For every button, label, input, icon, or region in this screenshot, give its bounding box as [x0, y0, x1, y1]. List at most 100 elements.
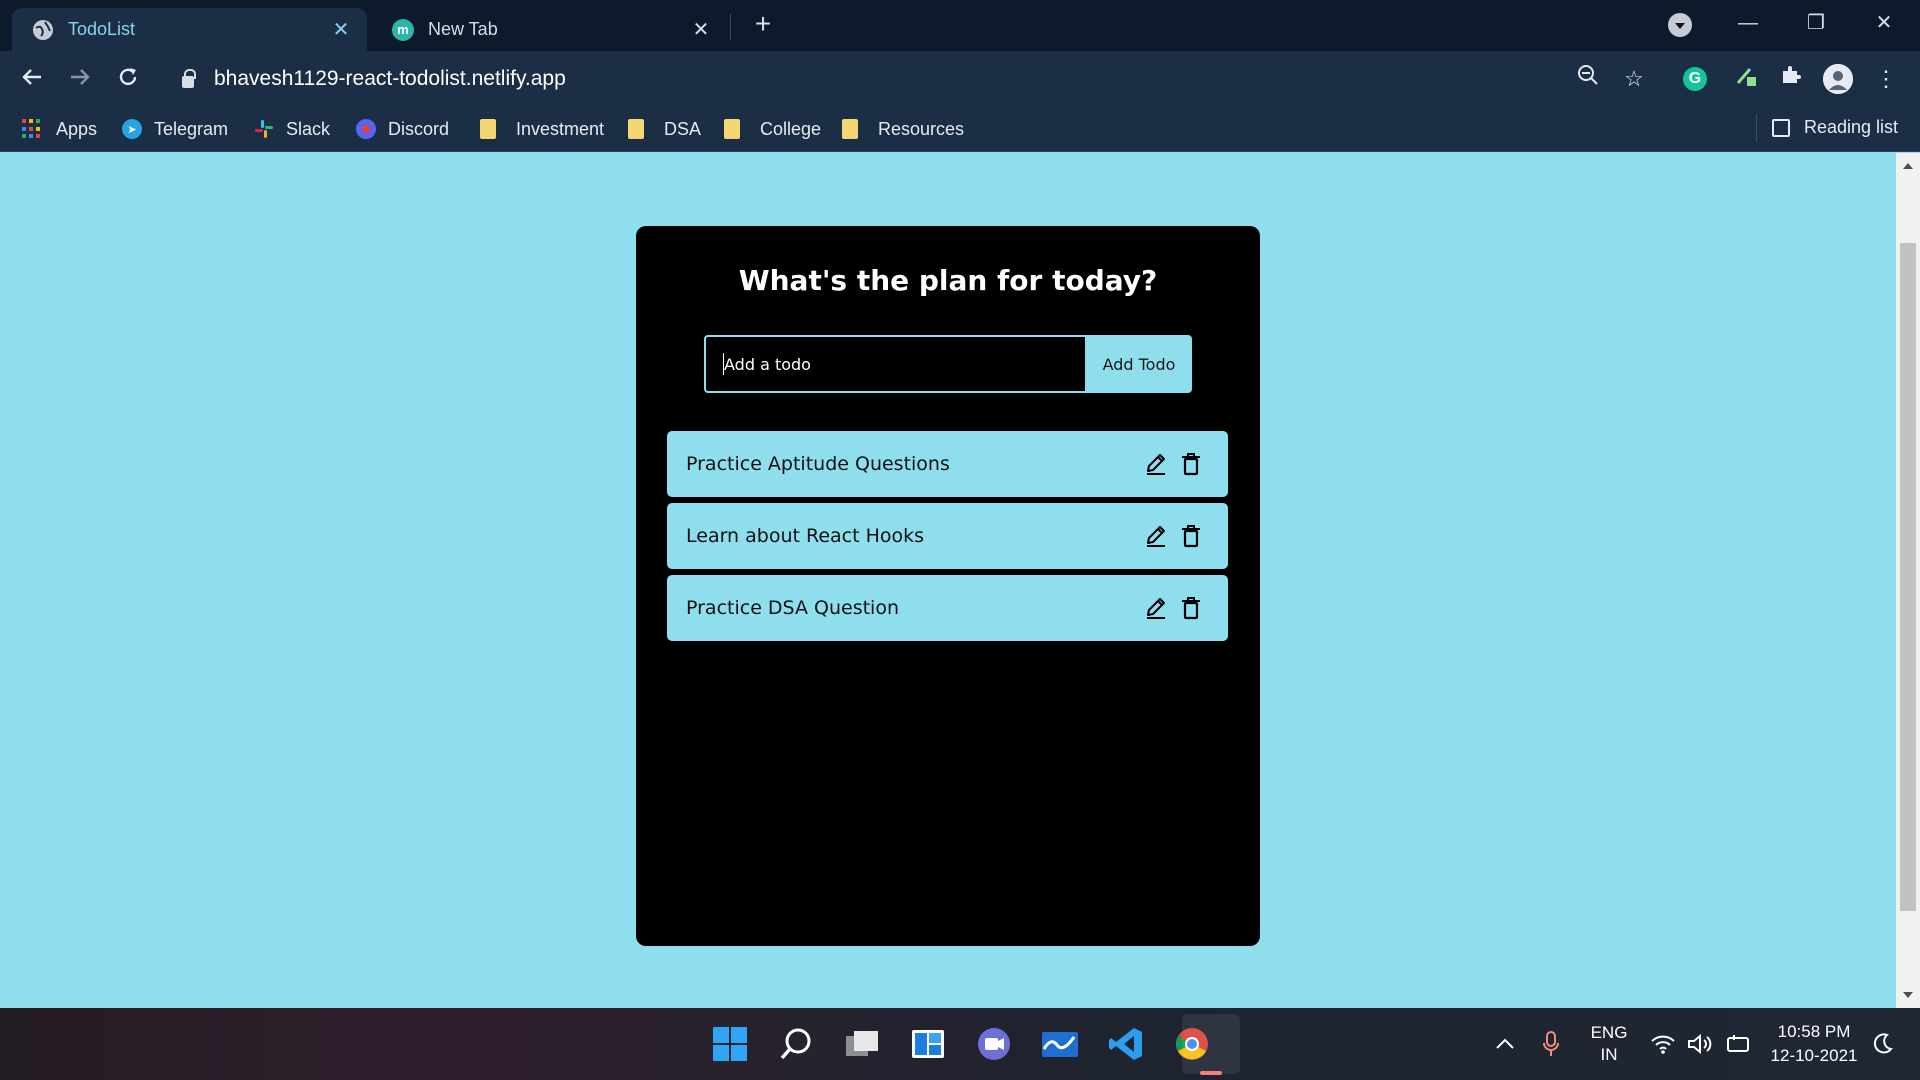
minimize-button[interactable]: —: [1728, 6, 1768, 40]
edit-pencil-icon[interactable]: [1144, 594, 1168, 622]
edit-pencil-icon[interactable]: [1144, 522, 1168, 550]
teams-chat-icon[interactable]: [972, 1022, 1016, 1066]
tab-todolist[interactable]: TodoList ✕: [12, 8, 367, 51]
bookmark-label: Investment: [516, 118, 605, 139]
todo-app-card: What's the plan for today? Add Todo Prac…: [636, 226, 1260, 946]
todo-text: Practice Aptitude Questions: [686, 453, 950, 475]
grammarly-icon[interactable]: G: [1683, 67, 1707, 91]
bookmark-discord[interactable]: Discord: [356, 117, 449, 141]
scroll-up-icon[interactable]: [1903, 163, 1913, 169]
language-label: ENG: [1590, 1023, 1628, 1042]
focus-moon-icon[interactable]: [1868, 1008, 1898, 1080]
clock-date: 12-10-2021: [1770, 1046, 1858, 1065]
task-view-icon[interactable]: [840, 1022, 884, 1066]
zoom-out-icon[interactable]: [1572, 63, 1604, 95]
tab-title: TodoList: [68, 19, 136, 39]
folder-icon: [724, 119, 740, 139]
back-arrow-icon[interactable]: [16, 63, 48, 95]
bookmark-folder-resources[interactable]: Resources: [842, 117, 964, 141]
reading-list-label: Reading list: [1804, 117, 1899, 137]
delete-trash-icon[interactable]: [1179, 594, 1203, 622]
scroll-down-icon[interactable]: [1903, 992, 1913, 998]
discord-icon: [356, 119, 376, 139]
vertical-scrollbar[interactable]: [1896, 153, 1920, 1008]
bookmark-label: Resources: [878, 118, 965, 139]
puzzle-extensions-icon[interactable]: [1775, 63, 1807, 95]
show-hidden-icons-chevron-icon[interactable]: [1490, 1008, 1520, 1080]
pen-extension-icon[interactable]: [1730, 63, 1762, 95]
bookmark-slack[interactable]: Slack: [254, 117, 330, 141]
tab-title: New Tab: [428, 19, 498, 39]
bookmark-label: College: [760, 118, 822, 139]
todo-text: Practice DSA Question: [686, 597, 899, 619]
profile-avatar-icon[interactable]: [1823, 64, 1853, 94]
folder-icon: [480, 119, 496, 139]
todo-item[interactable]: Practice Aptitude Questions: [667, 431, 1228, 497]
slack-icon: [254, 119, 274, 139]
close-tab-icon[interactable]: ✕: [327, 17, 355, 42]
bookmark-folder-college[interactable]: College: [724, 117, 821, 141]
new-tab-button[interactable]: +: [748, 10, 778, 40]
reading-list-button[interactable]: Reading list: [1772, 117, 1898, 138]
lock-icon: [182, 69, 196, 88]
reload-icon[interactable]: [112, 63, 144, 95]
bookmark-folder-investment[interactable]: Investment: [480, 117, 604, 141]
folder-icon: [842, 119, 858, 139]
url-text: bhavesh1129-react-todolist.netlify.app: [214, 67, 566, 90]
globe-icon: [32, 19, 54, 41]
folder-icon: [628, 119, 644, 139]
battery-icon[interactable]: [1724, 1008, 1752, 1080]
windows-taskbar: ENG IN 10:58 PM 12-10-2021: [0, 1008, 1920, 1080]
close-tab-icon[interactable]: ✕: [687, 17, 715, 42]
language-indicator[interactable]: ENG IN: [1582, 1008, 1636, 1080]
edit-pencil-icon[interactable]: [1144, 450, 1168, 478]
scrollbar-thumb[interactable]: [1900, 243, 1916, 911]
bookmark-telegram[interactable]: ➤ Telegram: [122, 117, 228, 141]
apps-grid-icon: [22, 119, 42, 139]
add-todo-button[interactable]: Add Todo: [1086, 335, 1192, 393]
telegram-icon: ➤: [122, 119, 142, 139]
bookmark-label: Apps: [56, 118, 98, 139]
page-title: What's the plan for today?: [738, 264, 1158, 297]
active-app-highlight: [1182, 1014, 1240, 1074]
menu-kebab-icon[interactable]: ⋮: [1870, 63, 1902, 95]
text-caret: [723, 353, 724, 375]
todo-item[interactable]: Learn about React Hooks: [667, 503, 1228, 569]
favicon-m-icon: m: [392, 18, 414, 41]
bookmarks-bar: Apps ➤ Telegram Slack Discord Investment…: [0, 107, 1920, 152]
region-label: IN: [1600, 1045, 1618, 1064]
bookmark-apps[interactable]: Apps: [22, 117, 97, 141]
bookmark-folder-dsa[interactable]: DSA: [628, 117, 701, 141]
widgets-icon[interactable]: [906, 1022, 950, 1066]
bookmark-label: DSA: [664, 118, 702, 139]
active-app-indicator: [1200, 1071, 1222, 1075]
delete-trash-icon[interactable]: [1179, 450, 1203, 478]
bookmarks-divider: [1756, 114, 1757, 142]
delete-trash-icon[interactable]: [1179, 522, 1203, 550]
microphone-icon[interactable]: [1536, 1008, 1566, 1080]
volume-icon[interactable]: [1686, 1008, 1714, 1080]
todo-input[interactable]: [704, 335, 1087, 393]
restore-button[interactable]: ❐: [1796, 6, 1836, 40]
windows-start-icon[interactable]: [708, 1022, 752, 1066]
bookmark-label: Telegram: [154, 118, 229, 139]
forward-arrow-icon[interactable]: [64, 63, 96, 95]
address-bar[interactable]: bhavesh1129-react-todolist.netlify.app: [170, 60, 1640, 98]
close-window-button[interactable]: ✕: [1864, 6, 1904, 40]
tab-strip: TodoList ✕ m New Tab ✕ + — ❐ ✕: [0, 0, 1920, 51]
star-icon[interactable]: ☆: [1618, 63, 1650, 95]
bookmark-label: Slack: [286, 118, 331, 139]
tab-divider: [730, 14, 731, 40]
clock[interactable]: 10:58 PM 12-10-2021: [1766, 1008, 1862, 1080]
mail-icon[interactable]: [1038, 1022, 1082, 1066]
tab-search-icon[interactable]: [1668, 13, 1692, 37]
tab-new-tab[interactable]: m New Tab ✕: [372, 8, 727, 51]
todo-text: Learn about React Hooks: [686, 525, 925, 547]
wifi-icon[interactable]: [1650, 1008, 1676, 1080]
bookmark-label: Discord: [388, 118, 450, 139]
reading-list-icon: [1772, 118, 1790, 137]
todo-item[interactable]: Practice DSA Question: [667, 575, 1228, 641]
browser-toolbar: bhavesh1129-react-todolist.netlify.app ☆…: [0, 51, 1920, 107]
vscode-icon[interactable]: [1104, 1022, 1148, 1066]
search-icon[interactable]: [774, 1022, 818, 1066]
